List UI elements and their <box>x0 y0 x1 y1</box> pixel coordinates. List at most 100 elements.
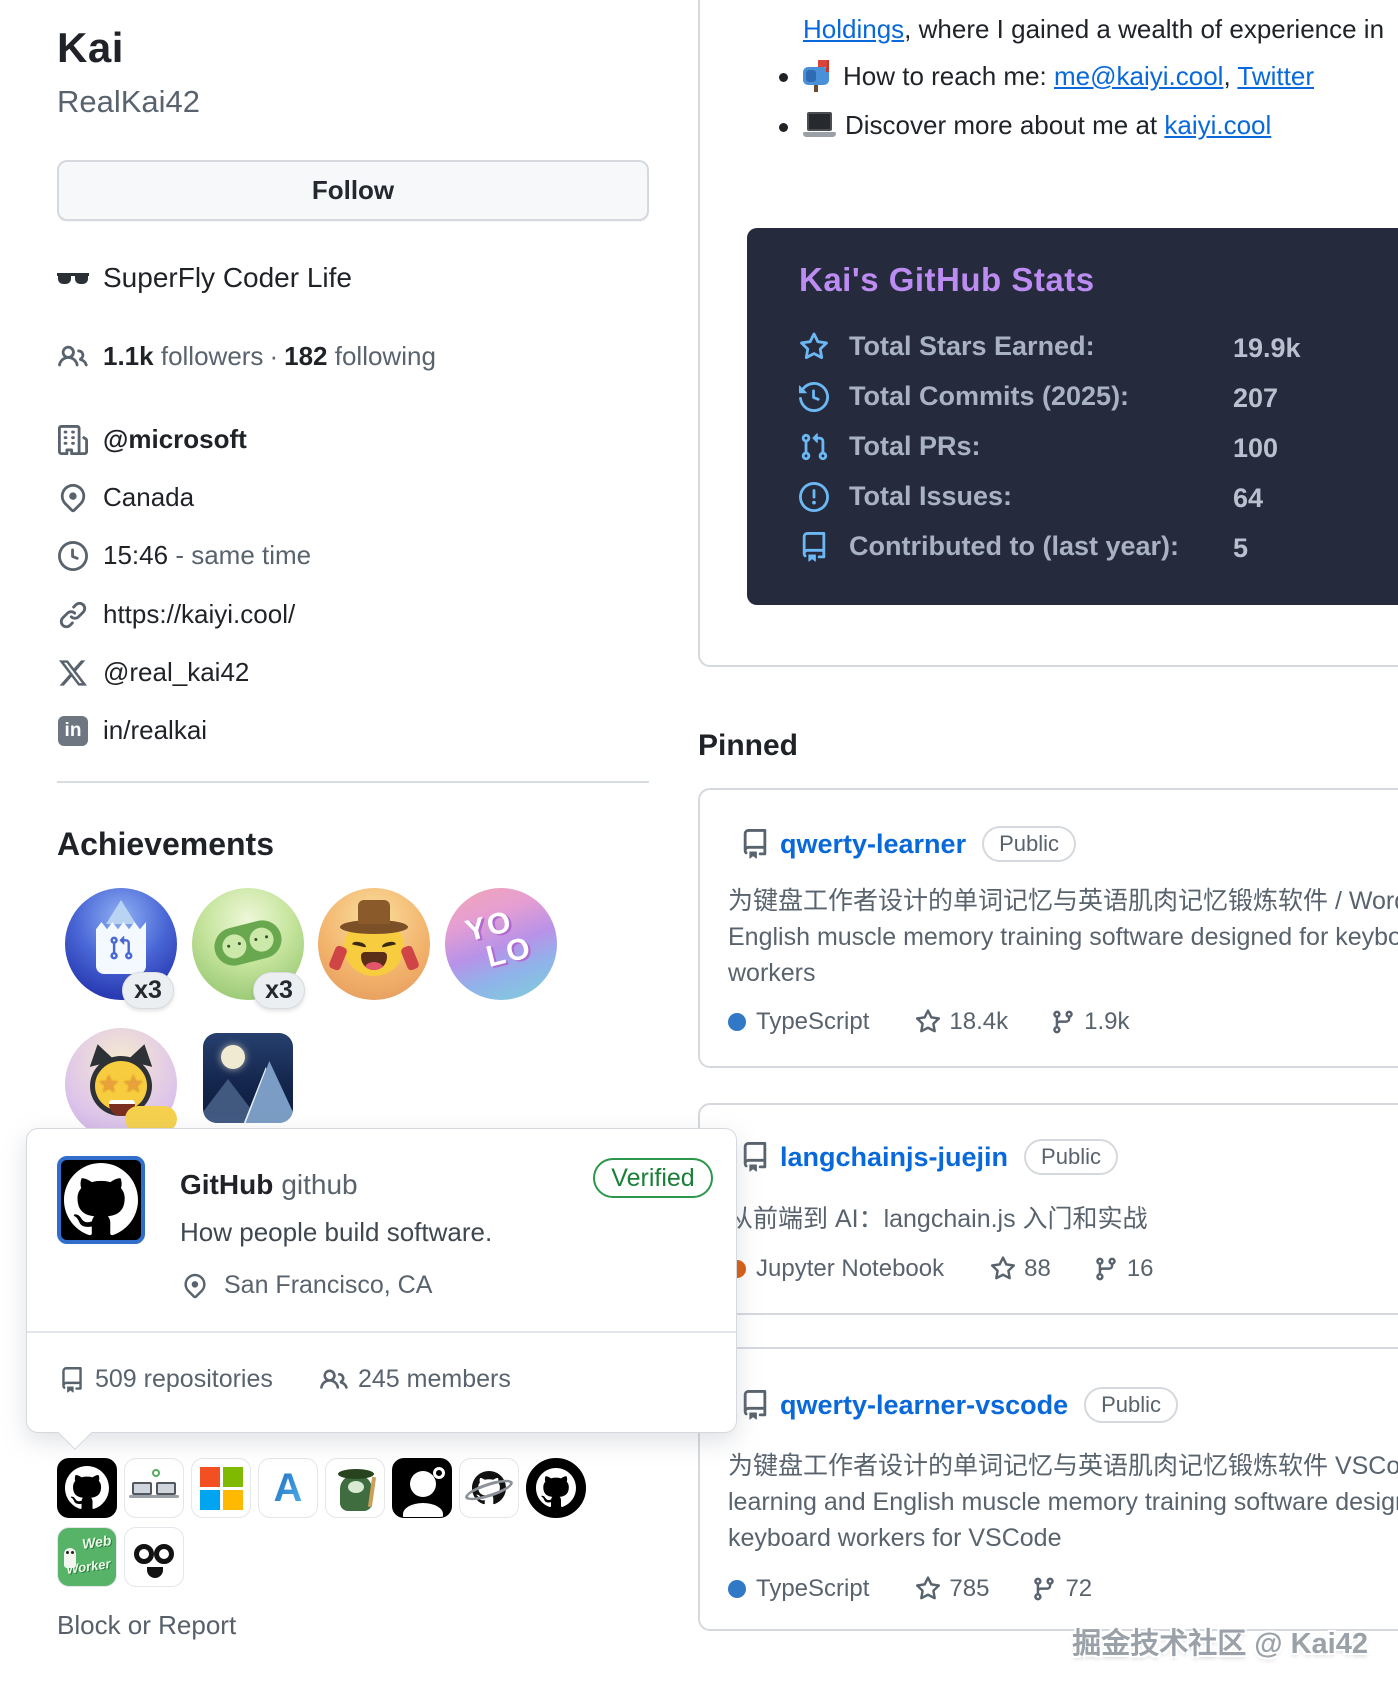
stats-row-prs: Total PRs: <box>799 431 981 462</box>
stats-value-contributed: 5 <box>1233 533 1248 564</box>
github-org-avatar[interactable] <box>57 1156 145 1244</box>
achievement-multiplier: x3 <box>122 972 174 1009</box>
visibility-badge: Public <box>1024 1139 1118 1175</box>
kaiyi-cool-link[interactable]: kaiyi.cool <box>1164 110 1271 140</box>
org-avatar-github[interactable] <box>57 1458 117 1518</box>
x-row: @real_kai42 <box>57 657 249 688</box>
org-avatar-green-octocat[interactable] <box>325 1458 385 1518</box>
readme-line-2: How to reach me: me@kaiyi.cool, Twitter <box>803 60 1314 92</box>
stats-value-commits: 207 <box>1233 383 1278 414</box>
link-icon <box>57 600 89 630</box>
following-label[interactable]: following <box>335 341 436 371</box>
clock-icon <box>57 541 89 571</box>
location-icon <box>57 483 89 513</box>
org-avatar-profile-silhouette[interactable] <box>392 1458 452 1518</box>
twitter-link[interactable]: Twitter <box>1237 61 1314 91</box>
repo-forks[interactable]: 1.9k <box>1050 1008 1129 1036</box>
follow-button[interactable]: Follow <box>57 160 649 221</box>
org-avatar-doocs[interactable] <box>124 1527 184 1587</box>
stats-row-stars: Total Stars Earned: <box>799 331 1095 362</box>
laptop-icon <box>803 112 837 140</box>
profile-name: Kai <box>57 24 124 72</box>
repo-stars[interactable]: 18.4k <box>915 1008 1008 1036</box>
repo-icon <box>740 1390 770 1420</box>
repo-link-langchainjs-juejin[interactable]: langchainjs-juejin <box>780 1142 1008 1173</box>
repo-language: Jupyter Notebook <box>756 1255 944 1283</box>
x-handle-link[interactable]: @real_kai42 <box>103 657 249 688</box>
hovercard-members[interactable]: 245 members <box>358 1365 511 1394</box>
readme-line-3: Discover more about me at kaiyi.cool <box>803 110 1271 141</box>
stats-value-stars: 19.9k <box>1233 333 1301 364</box>
website-row: https://kaiyi.cool/ <box>57 599 295 630</box>
repo-icon <box>740 1142 770 1172</box>
org-avatar-octoverse-planet[interactable] <box>459 1458 519 1518</box>
visibility-badge: Public <box>1084 1387 1178 1423</box>
repo-link-qwerty-learner[interactable]: qwerty-learner <box>780 829 966 860</box>
org-avatar-octocat-circle[interactable] <box>526 1458 586 1518</box>
verified-badge: Verified <box>593 1158 713 1198</box>
history-icon <box>799 382 831 412</box>
sidebar-divider <box>57 781 649 783</box>
following-count[interactable]: 182 <box>284 341 327 371</box>
stats-row-contributed: Contributed to (last year): <box>799 531 1179 562</box>
followers-row: 1.1k followers·182 following <box>57 341 436 372</box>
repo-icon <box>799 532 831 562</box>
stats-value-prs: 100 <box>1233 433 1278 464</box>
hovercard-org-name[interactable]: GitHub <box>180 1169 273 1200</box>
org-avatar-dev-pair[interactable] <box>124 1458 184 1518</box>
pinned-section-title: Pinned <box>698 729 798 763</box>
email-link[interactable]: me@kaiyi.cool <box>1054 61 1223 91</box>
company-value[interactable]: @microsoft <box>103 424 247 455</box>
sunglasses-icon <box>57 271 89 285</box>
language-dot <box>728 1580 746 1598</box>
repo-stars[interactable]: 785 <box>915 1575 989 1603</box>
pull-request-icon <box>799 432 831 462</box>
github-stats-card: Kai's GitHub Stats Total Stars Earned: 1… <box>747 228 1398 605</box>
issue-icon <box>799 482 831 512</box>
mailbox-icon <box>803 60 835 92</box>
repo-link-qwerty-learner-vscode[interactable]: qwerty-learner-vscode <box>780 1390 1068 1421</box>
org-avatar-azure[interactable]: A <box>258 1458 318 1518</box>
pinned-repo-card: qwerty-learner-vscode Public 为键盘工作者设计的单词… <box>698 1347 1398 1631</box>
x-logo-icon <box>57 659 89 687</box>
readme-line-1: Holdings, where I gained a wealth of exp… <box>803 14 1384 45</box>
repo-forks[interactable]: 72 <box>1031 1575 1092 1603</box>
achievement-multiplier: x3 <box>253 972 305 1009</box>
visibility-badge: Public <box>982 826 1076 862</box>
block-or-report-link[interactable]: Block or Report <box>57 1610 236 1641</box>
people-icon <box>320 1366 348 1394</box>
followers-count[interactable]: 1.1k <box>103 341 154 371</box>
org-avatar-microsoft[interactable] <box>191 1458 251 1518</box>
hovercard-caret <box>58 1416 92 1450</box>
location-value: Canada <box>103 482 194 513</box>
location-row: Canada <box>57 482 194 513</box>
repo-forks[interactable]: 16 <box>1093 1255 1154 1283</box>
hovercard-repositories[interactable]: 509 repositories <box>95 1365 273 1394</box>
website-link[interactable]: https://kaiyi.cool/ <box>103 599 295 630</box>
readme-holdings-link[interactable]: Holdings <box>803 14 904 44</box>
pinned-repo-card: langchainjs-juejin Public 从前端到 AI：langch… <box>698 1103 1398 1315</box>
stats-card-title: Kai's GitHub Stats <box>799 261 1095 299</box>
followers-label[interactable]: followers <box>161 341 264 371</box>
local-time-row: 15:46 - same time <box>57 540 311 571</box>
linkedin-link[interactable]: in/realkai <box>103 715 207 746</box>
stats-row-issues: Total Issues: <box>799 481 1012 512</box>
stats-value-issues: 64 <box>1233 483 1263 514</box>
linkedin-icon: in <box>57 716 89 746</box>
repo-description: 为键盘工作者设计的单词记忆与英语肌肉记忆锻炼软件 VSCode 摸鱼版 / Wo… <box>728 1448 1398 1556</box>
achievement-quickdraw[interactable] <box>318 888 430 1000</box>
company-row: @microsoft <box>57 424 247 455</box>
repo-stars[interactable]: 88 <box>990 1255 1051 1283</box>
achievement-yolo[interactable]: YOLO <box>445 888 557 1000</box>
repo-description: 从前端到 AI：langchain.js 入门和实战 <box>728 1201 1148 1237</box>
local-time-suffix: - same time <box>175 540 311 570</box>
achievement-arctic-code-vault[interactable] <box>203 1033 293 1123</box>
hovercard-description: How people build software. <box>180 1217 492 1248</box>
profile-bio-row: SuperFly Coder Life <box>57 262 352 294</box>
stats-row-commits: Total Commits (2025): <box>799 381 1129 412</box>
repo-icon <box>740 829 770 859</box>
people-icon <box>57 342 89 372</box>
profile-bio: SuperFly Coder Life <box>103 262 352 294</box>
org-avatar-web-worker[interactable]: Web Worker <box>57 1527 117 1587</box>
hovercard-org-handle: github <box>281 1169 357 1200</box>
